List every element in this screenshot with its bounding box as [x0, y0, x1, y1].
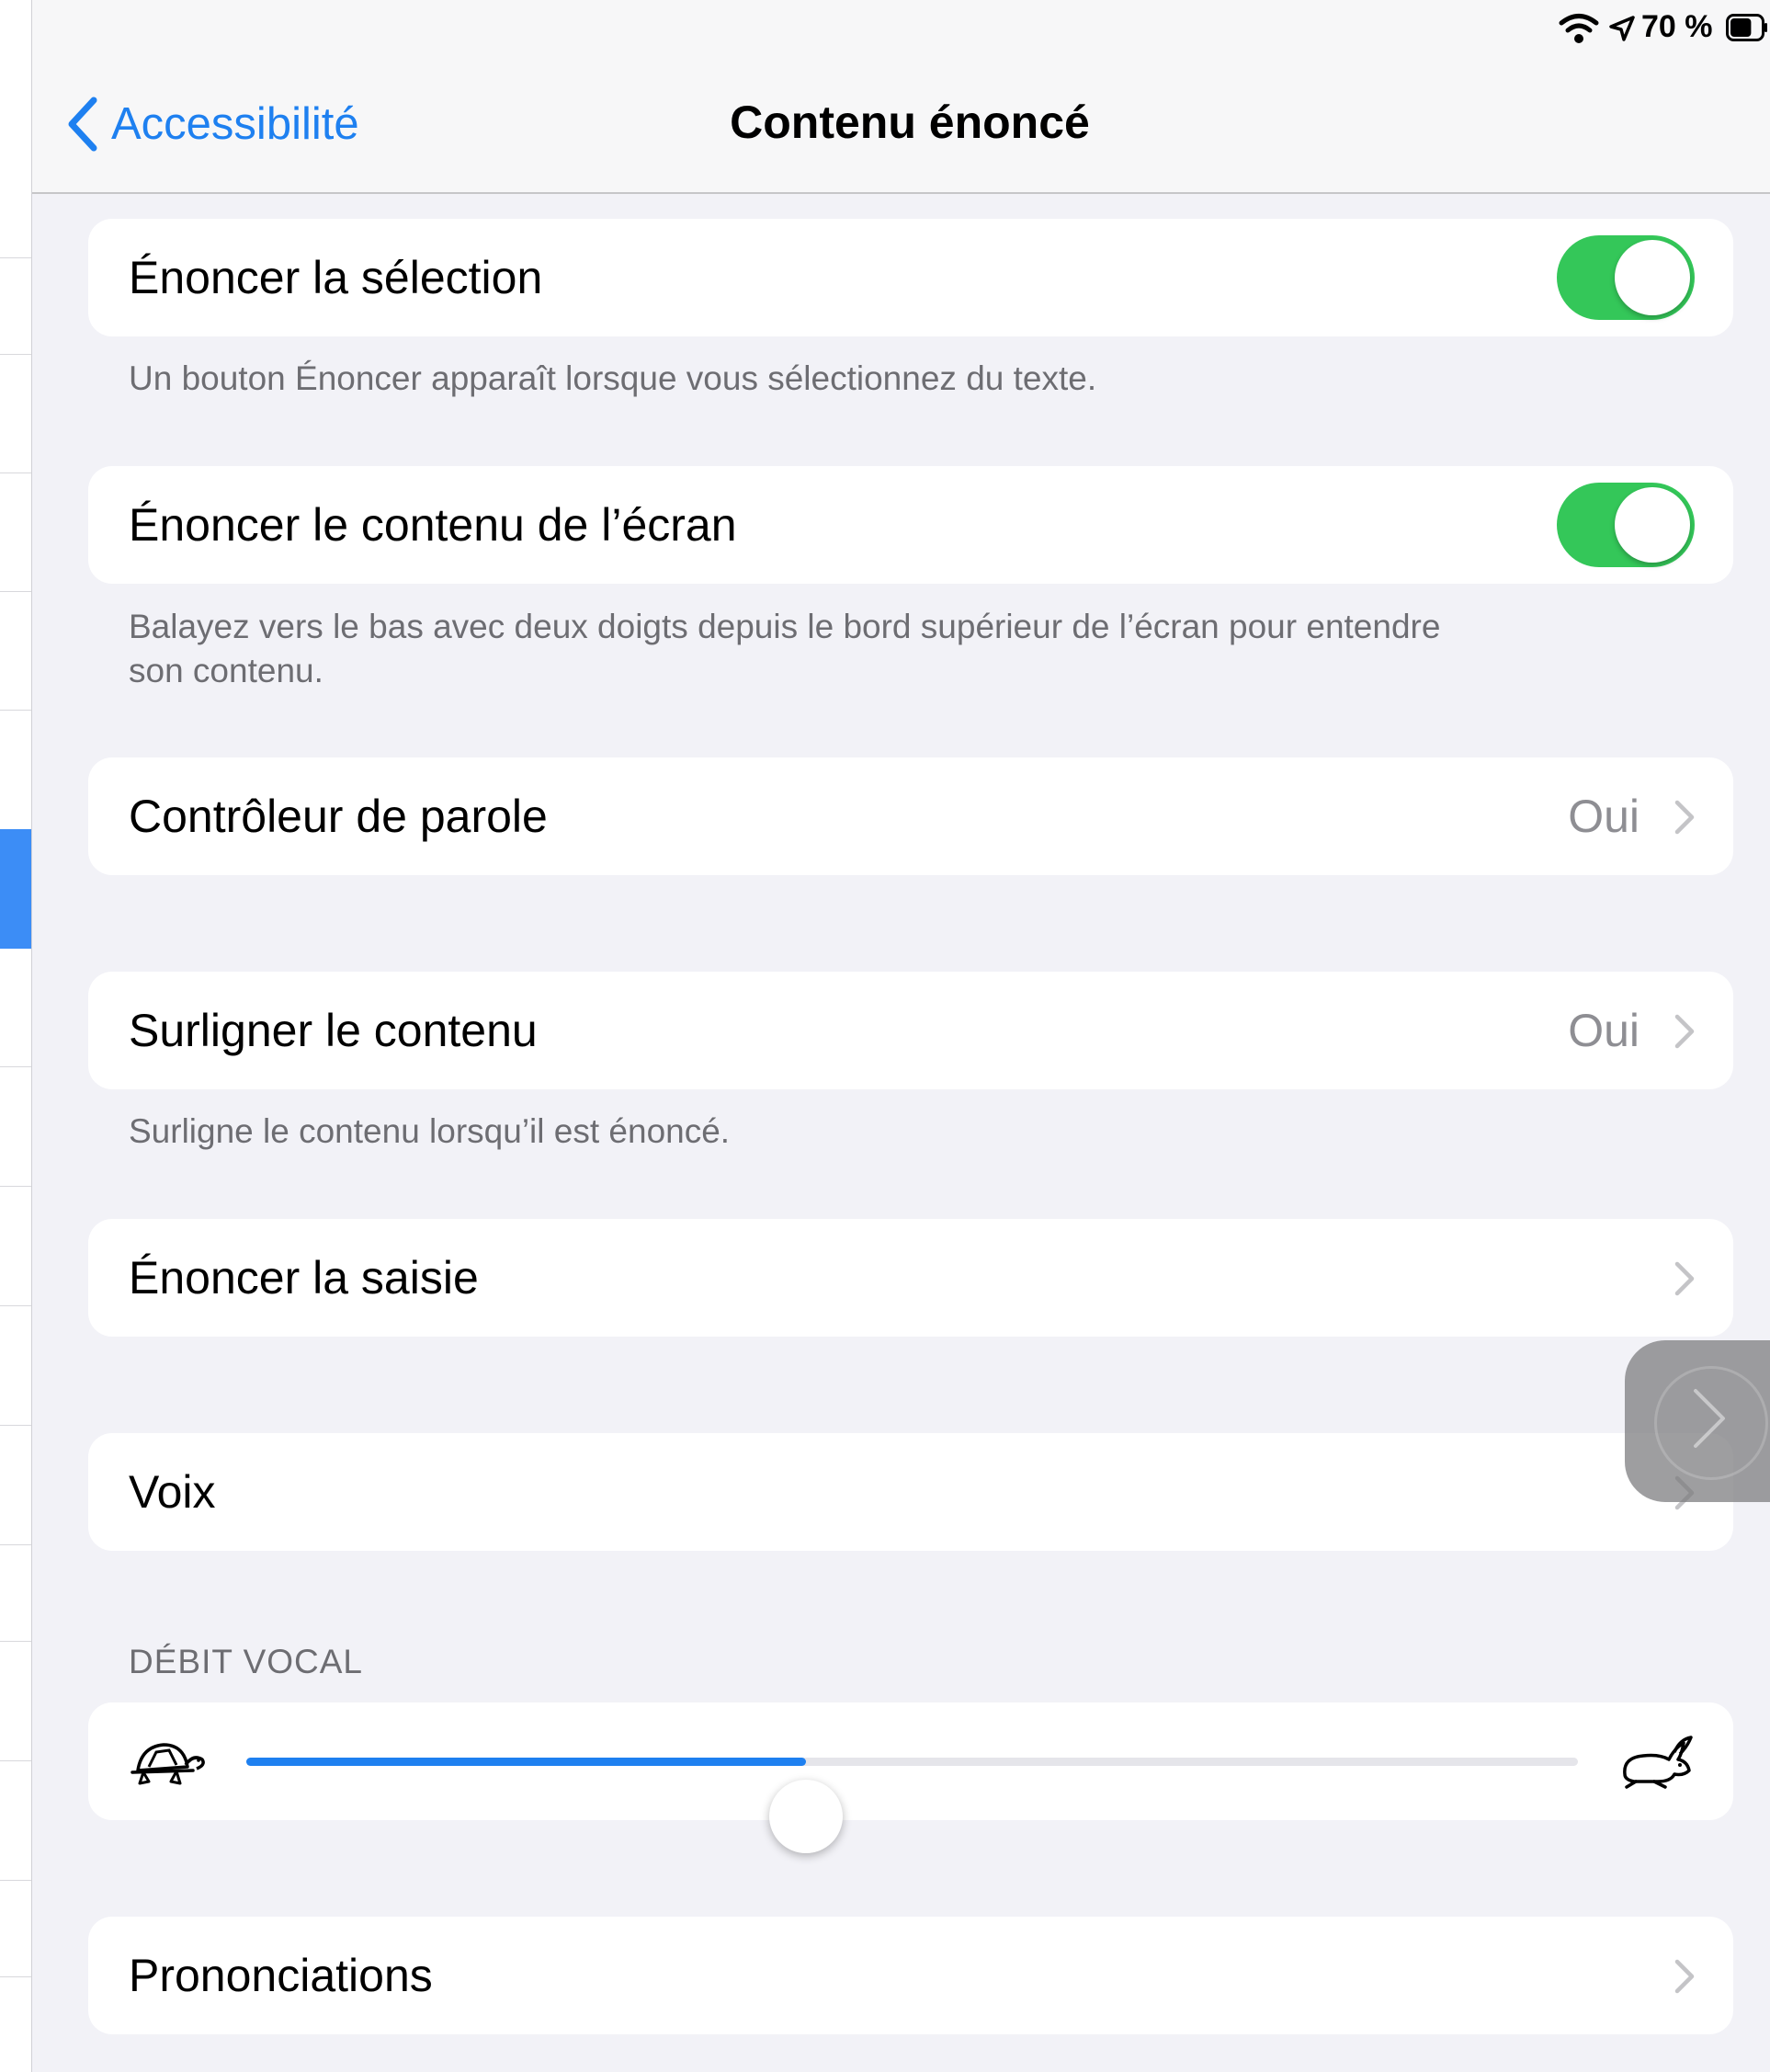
list-separator — [0, 1880, 31, 1881]
battery-percent: 70 % — [1641, 9, 1713, 44]
chevron-right-icon — [1674, 1014, 1695, 1049]
list-separator — [0, 1760, 31, 1761]
list-separator — [0, 1976, 31, 1977]
slider-fill — [246, 1758, 806, 1766]
list-separator — [0, 1425, 31, 1426]
speak-selection-label: Énoncer la sélection — [129, 252, 543, 303]
speak-screen-label: Énoncer le contenu de l’écran — [129, 499, 737, 551]
slider-thumb[interactable] — [768, 1780, 843, 1853]
pronunciations-label: Prononciations — [129, 1950, 433, 2001]
status-bar: 70 % — [1494, 0, 1770, 55]
speech-controller-label: Contrôleur de parole — [129, 791, 548, 842]
toggle-knob — [1615, 487, 1690, 563]
selected-sidebar-item[interactable] — [0, 829, 31, 949]
list-separator — [0, 591, 31, 592]
toggle-knob — [1615, 240, 1690, 315]
master-list-sliver[interactable] — [0, 0, 32, 2072]
chevron-right-icon — [1694, 1389, 1725, 1448]
list-separator — [0, 1305, 31, 1306]
speak-selection-row[interactable]: Énoncer la sélection — [88, 219, 1733, 336]
speech-controller-floating-button[interactable] — [1625, 1340, 1770, 1502]
chevron-right-icon — [1674, 1959, 1695, 1994]
speak-screen-toggle[interactable] — [1557, 483, 1695, 567]
typing-feedback-row[interactable]: Énoncer la saisie — [88, 1219, 1733, 1337]
page-title: Contenu énoncé — [730, 97, 1090, 148]
wifi-icon — [1559, 14, 1599, 43]
speak-screen-footer: Balayez vers le bas avec deux doigts dep… — [129, 605, 1599, 693]
speech-controller-row[interactable]: Contrôleur de parole Oui — [88, 757, 1733, 875]
voices-row[interactable]: Voix — [88, 1433, 1733, 1551]
chevron-right-icon — [1674, 1261, 1695, 1296]
list-separator — [0, 1186, 31, 1187]
highlight-content-row[interactable]: Surligner le contenu Oui — [88, 972, 1733, 1089]
speak-screen-footer-line-1: Balayez vers le bas avec deux doigts dep… — [129, 608, 1441, 645]
list-separator — [0, 1641, 31, 1642]
list-separator — [0, 1544, 31, 1545]
list-separator — [0, 710, 31, 711]
speak-screen-footer-line-2: son contenu. — [129, 652, 323, 689]
highlight-content-value: Oui — [1568, 1005, 1640, 1056]
speak-screen-row[interactable]: Énoncer le contenu de l’écran — [88, 466, 1733, 584]
list-separator — [0, 472, 31, 473]
voices-label: Voix — [129, 1466, 216, 1518]
chevron-right-icon — [1674, 800, 1695, 835]
speech-controller-value: Oui — [1568, 791, 1640, 842]
rabbit-icon — [1623, 1736, 1693, 1789]
screen: Accessibilité Contenu énoncé 70 % Énonce… — [0, 0, 1770, 2072]
pronunciations-row[interactable]: Prononciations — [88, 1917, 1733, 2034]
typing-feedback-label: Énoncer la saisie — [129, 1252, 479, 1304]
list-separator — [0, 354, 31, 355]
location-icon — [1609, 16, 1635, 41]
speaking-rate-slider[interactable] — [246, 1758, 1578, 1853]
turtle-icon — [130, 1743, 205, 1785]
speaking-rate-row — [88, 1702, 1733, 1853]
list-separator — [0, 1066, 31, 1067]
battery-icon — [1726, 14, 1767, 41]
list-separator — [0, 257, 31, 258]
highlight-content-footer: Surligne le contenu lorsqu’il est énoncé… — [129, 1112, 731, 1150]
speak-selection-toggle[interactable] — [1557, 235, 1695, 320]
speak-selection-footer: Un bouton Énoncer apparaît lorsque vous … — [129, 359, 1097, 397]
highlight-content-label: Surligner le contenu — [129, 1005, 538, 1056]
speaking-rate-header: DÉBIT VOCAL — [129, 1643, 364, 1680]
